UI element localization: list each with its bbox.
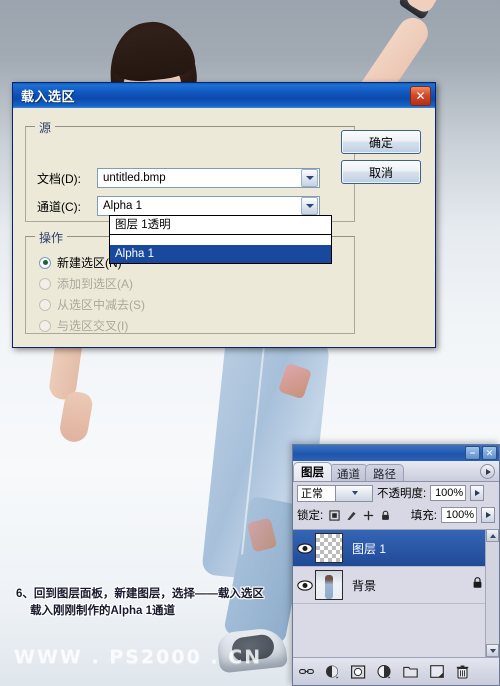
lock-position-icon[interactable] xyxy=(363,509,374,521)
layer-style-icon[interactable] xyxy=(325,664,340,679)
caption-line-1: 6、回到图层面板，新建图层，选择——载入选区 xyxy=(16,588,264,600)
blend-mode-combobox[interactable]: 正常 xyxy=(297,484,373,502)
dropdown-option-layer-transparency[interactable]: 图层 1透明 xyxy=(110,216,331,234)
visibility-eye-icon[interactable] xyxy=(295,542,315,554)
dialog-body: 源 文档(D): untitled.bmp 通道(C): Alpha 1 操作 xyxy=(13,108,435,347)
delete-layer-icon[interactable] xyxy=(455,664,470,679)
operation-group-label: 操作 xyxy=(35,229,68,246)
lock-toggle-group xyxy=(329,509,391,521)
channel-field-row: 通道(C): Alpha 1 xyxy=(37,196,320,216)
layers-panel: − ✕ 图层 通道 路径 正常 不透明度: 100% 锁定: 填充: 100% … xyxy=(292,444,500,686)
cancel-button[interactable]: 取消 xyxy=(341,160,421,184)
table-row[interactable]: 背景 xyxy=(293,567,499,604)
radio-label: 与选区交叉(I) xyxy=(57,319,129,333)
radio-subtract-from-selection: 从选区中减去(S) xyxy=(39,296,145,313)
channel-label: 通道(C): xyxy=(37,199,81,214)
fill-value[interactable]: 100% xyxy=(441,507,477,523)
dropdown-separator xyxy=(110,234,331,245)
radio-indicator xyxy=(39,319,51,332)
opacity-label: 不透明度: xyxy=(377,488,427,500)
new-layer-icon[interactable] xyxy=(429,664,444,679)
layer-mask-icon[interactable] xyxy=(351,664,366,679)
opacity-value[interactable]: 100% xyxy=(430,485,467,501)
caption-line-2: 载入刚刚制作的Alpha 1通道 xyxy=(30,605,176,617)
fill-slider-icon[interactable] xyxy=(481,507,495,523)
visibility-eye-icon[interactable] xyxy=(295,579,315,591)
radio-label: 添加到选区(A) xyxy=(57,277,133,291)
lock-fill-row: 锁定: 填充: 100% xyxy=(293,504,499,526)
document-field-row: 文档(D): untitled.bmp xyxy=(37,168,320,188)
table-row[interactable]: 图层 1 xyxy=(293,530,499,567)
chevron-down-icon[interactable] xyxy=(334,485,372,501)
tutorial-caption: 6、回到图层面板，新建图层，选择——载入选区 载入刚刚制作的Alpha 1通道 xyxy=(16,586,296,620)
channel-value: Alpha 1 xyxy=(103,200,143,212)
channel-combobox[interactable]: Alpha 1 xyxy=(97,196,320,216)
radio-add-to-selection: 添加到选区(A) xyxy=(39,275,133,292)
screenshot-root: WWW . PS2000 . CN 6、回到图层面板，新建图层，选择——载入选区… xyxy=(0,0,500,686)
document-combobox[interactable]: untitled.bmp xyxy=(97,168,320,188)
panel-tabs: 图层 通道 路径 xyxy=(293,461,499,482)
opacity-slider-icon[interactable] xyxy=(470,485,485,501)
document-value: untitled.bmp xyxy=(103,172,166,184)
radio-indicator xyxy=(39,298,51,311)
dialog-title: 载入选区 xyxy=(21,89,76,104)
layer-thumbnail[interactable] xyxy=(315,533,343,563)
radio-intersect-with-selection: 与选区交叉(I) xyxy=(39,317,128,334)
source-group-label: 源 xyxy=(35,119,56,136)
minimize-icon[interactable]: − xyxy=(465,446,480,460)
layer-name: 图层 1 xyxy=(352,541,387,556)
panel-menu-icon[interactable] xyxy=(480,464,495,479)
layer-list: 图层 1 背景 xyxy=(293,529,499,657)
document-label: 文档(D): xyxy=(37,171,81,186)
load-selection-dialog: 载入选区 ✕ 源 文档(D): untitled.bmp 通道(C): Alph… xyxy=(12,82,436,348)
layer-thumbnail[interactable] xyxy=(315,570,343,600)
chevron-down-icon[interactable] xyxy=(301,197,318,215)
dropdown-option-alpha1[interactable]: Alpha 1 xyxy=(110,245,331,263)
tab-channels[interactable]: 通道 xyxy=(329,464,368,481)
lock-transparency-icon[interactable] xyxy=(329,509,340,521)
adjustment-layer-icon[interactable] xyxy=(377,664,392,679)
radio-indicator xyxy=(39,277,51,290)
tab-paths[interactable]: 路径 xyxy=(365,464,404,481)
new-group-icon[interactable] xyxy=(403,664,418,679)
link-icon[interactable] xyxy=(299,664,314,679)
close-icon[interactable]: ✕ xyxy=(410,86,431,106)
panel-footer-toolbar xyxy=(293,657,499,685)
ok-button[interactable]: 确定 xyxy=(341,130,421,154)
lock-image-pixels-icon[interactable] xyxy=(346,510,357,521)
channel-dropdown-list[interactable]: 图层 1透明 Alpha 1 xyxy=(109,215,332,264)
scroll-down-icon[interactable] xyxy=(486,644,499,657)
chevron-down-icon[interactable] xyxy=(301,169,318,187)
radio-indicator[interactable] xyxy=(39,256,51,269)
fill-label: 填充: xyxy=(410,510,437,522)
tab-layers[interactable]: 图层 xyxy=(293,462,332,481)
scroll-up-icon[interactable] xyxy=(486,529,499,542)
blend-opacity-row: 正常 不透明度: 100% xyxy=(293,482,499,504)
close-icon[interactable]: ✕ xyxy=(482,446,497,460)
lock-label: 锁定: xyxy=(297,510,324,522)
layer-name: 背景 xyxy=(352,578,377,593)
lock-icon xyxy=(472,576,483,594)
lock-all-icon[interactable] xyxy=(380,510,391,521)
dialog-titlebar[interactable]: 载入选区 ✕ xyxy=(13,83,435,108)
layer-list-scrollbar[interactable] xyxy=(485,529,499,657)
blend-mode-value: 正常 xyxy=(301,488,323,500)
radio-label: 从选区中减去(S) xyxy=(57,298,145,312)
panel-titlebar[interactable]: − ✕ xyxy=(293,445,499,461)
